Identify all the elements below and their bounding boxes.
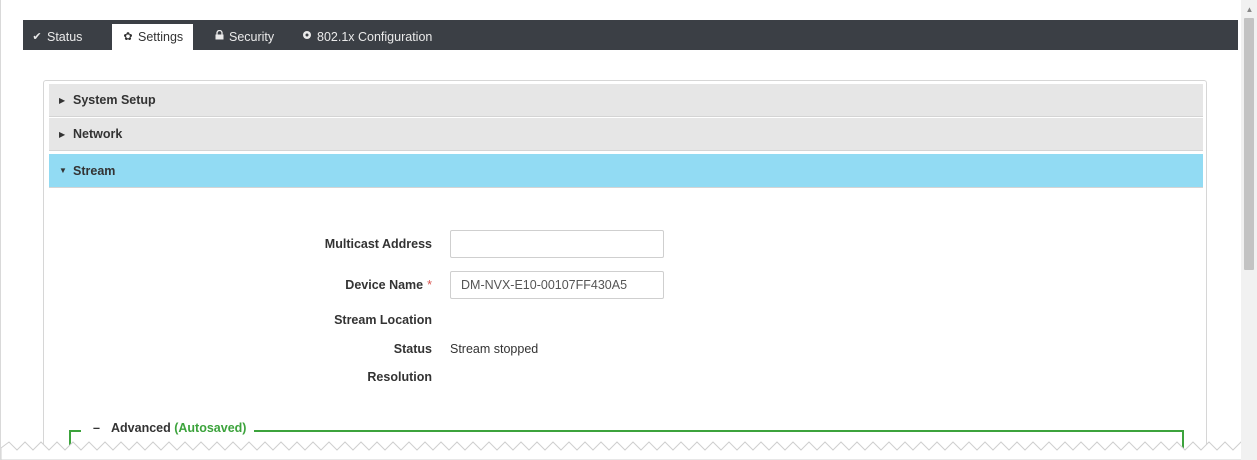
- advanced-label: Advanced: [111, 421, 171, 435]
- page-frame: ✔ Status ✿ Settings Security 802.1x Conf…: [0, 0, 1257, 460]
- scroll-up-arrow-icon[interactable]: ▲: [1241, 4, 1257, 16]
- device-name-label: Device Name *: [132, 278, 432, 292]
- multicast-address-input[interactable]: [450, 230, 664, 258]
- status-value: Stream stopped: [450, 342, 539, 356]
- accordion-network-label: Network: [73, 127, 123, 141]
- accordion-system-setup-label: System Setup: [73, 93, 156, 107]
- stream-location-label: Stream Location: [334, 313, 432, 327]
- scrollbar-thumb[interactable]: [1244, 18, 1254, 270]
- accordion-stream[interactable]: ▼ Stream: [49, 154, 1203, 188]
- tab-security[interactable]: Security: [213, 24, 274, 50]
- caret-right-icon: ▶: [59, 95, 66, 105]
- device-name-label-text: Device Name: [345, 278, 424, 292]
- accordion-network[interactable]: ▶ Network: [49, 118, 1203, 151]
- caret-right-icon: ▶: [59, 129, 66, 139]
- tab-8021x-configuration[interactable]: 802.1x Configuration: [301, 24, 432, 50]
- accordion-stream-label: Stream: [73, 163, 116, 178]
- tab-settings-label: Settings: [138, 30, 184, 44]
- device-name-input[interactable]: [450, 271, 664, 299]
- torn-edge-decoration: [1, 441, 1257, 460]
- top-tab-bar: ✔ Status ✿ Settings Security 802.1x Conf…: [23, 20, 1238, 50]
- autosaved-label: (Autosaved): [174, 421, 247, 435]
- lock-icon: [213, 24, 225, 50]
- tab-status[interactable]: ✔ Status: [31, 24, 82, 50]
- tab-status-label: Status: [47, 30, 83, 44]
- status-label: Status: [393, 342, 432, 356]
- check-icon: ✔: [32, 31, 42, 43]
- vertical-scrollbar[interactable]: ▲: [1241, 0, 1257, 460]
- multicast-address-label: Multicast Address: [324, 237, 432, 251]
- gear-icon: ✿: [123, 31, 133, 43]
- accordion-system-setup[interactable]: ▶ System Setup: [49, 84, 1203, 117]
- tab-security-label: Security: [229, 30, 275, 44]
- caret-down-icon: ▼: [59, 166, 67, 175]
- tab-settings[interactable]: ✿ Settings: [112, 24, 194, 50]
- resolution-label: Resolution: [367, 370, 432, 384]
- tab-8021x-label: 802.1x Configuration: [317, 30, 433, 44]
- required-marker: *: [427, 278, 432, 292]
- cog-icon: [301, 24, 313, 50]
- collapse-icon: –: [93, 421, 100, 435]
- advanced-toggle[interactable]: – Advanced (Autosaved): [81, 421, 255, 435]
